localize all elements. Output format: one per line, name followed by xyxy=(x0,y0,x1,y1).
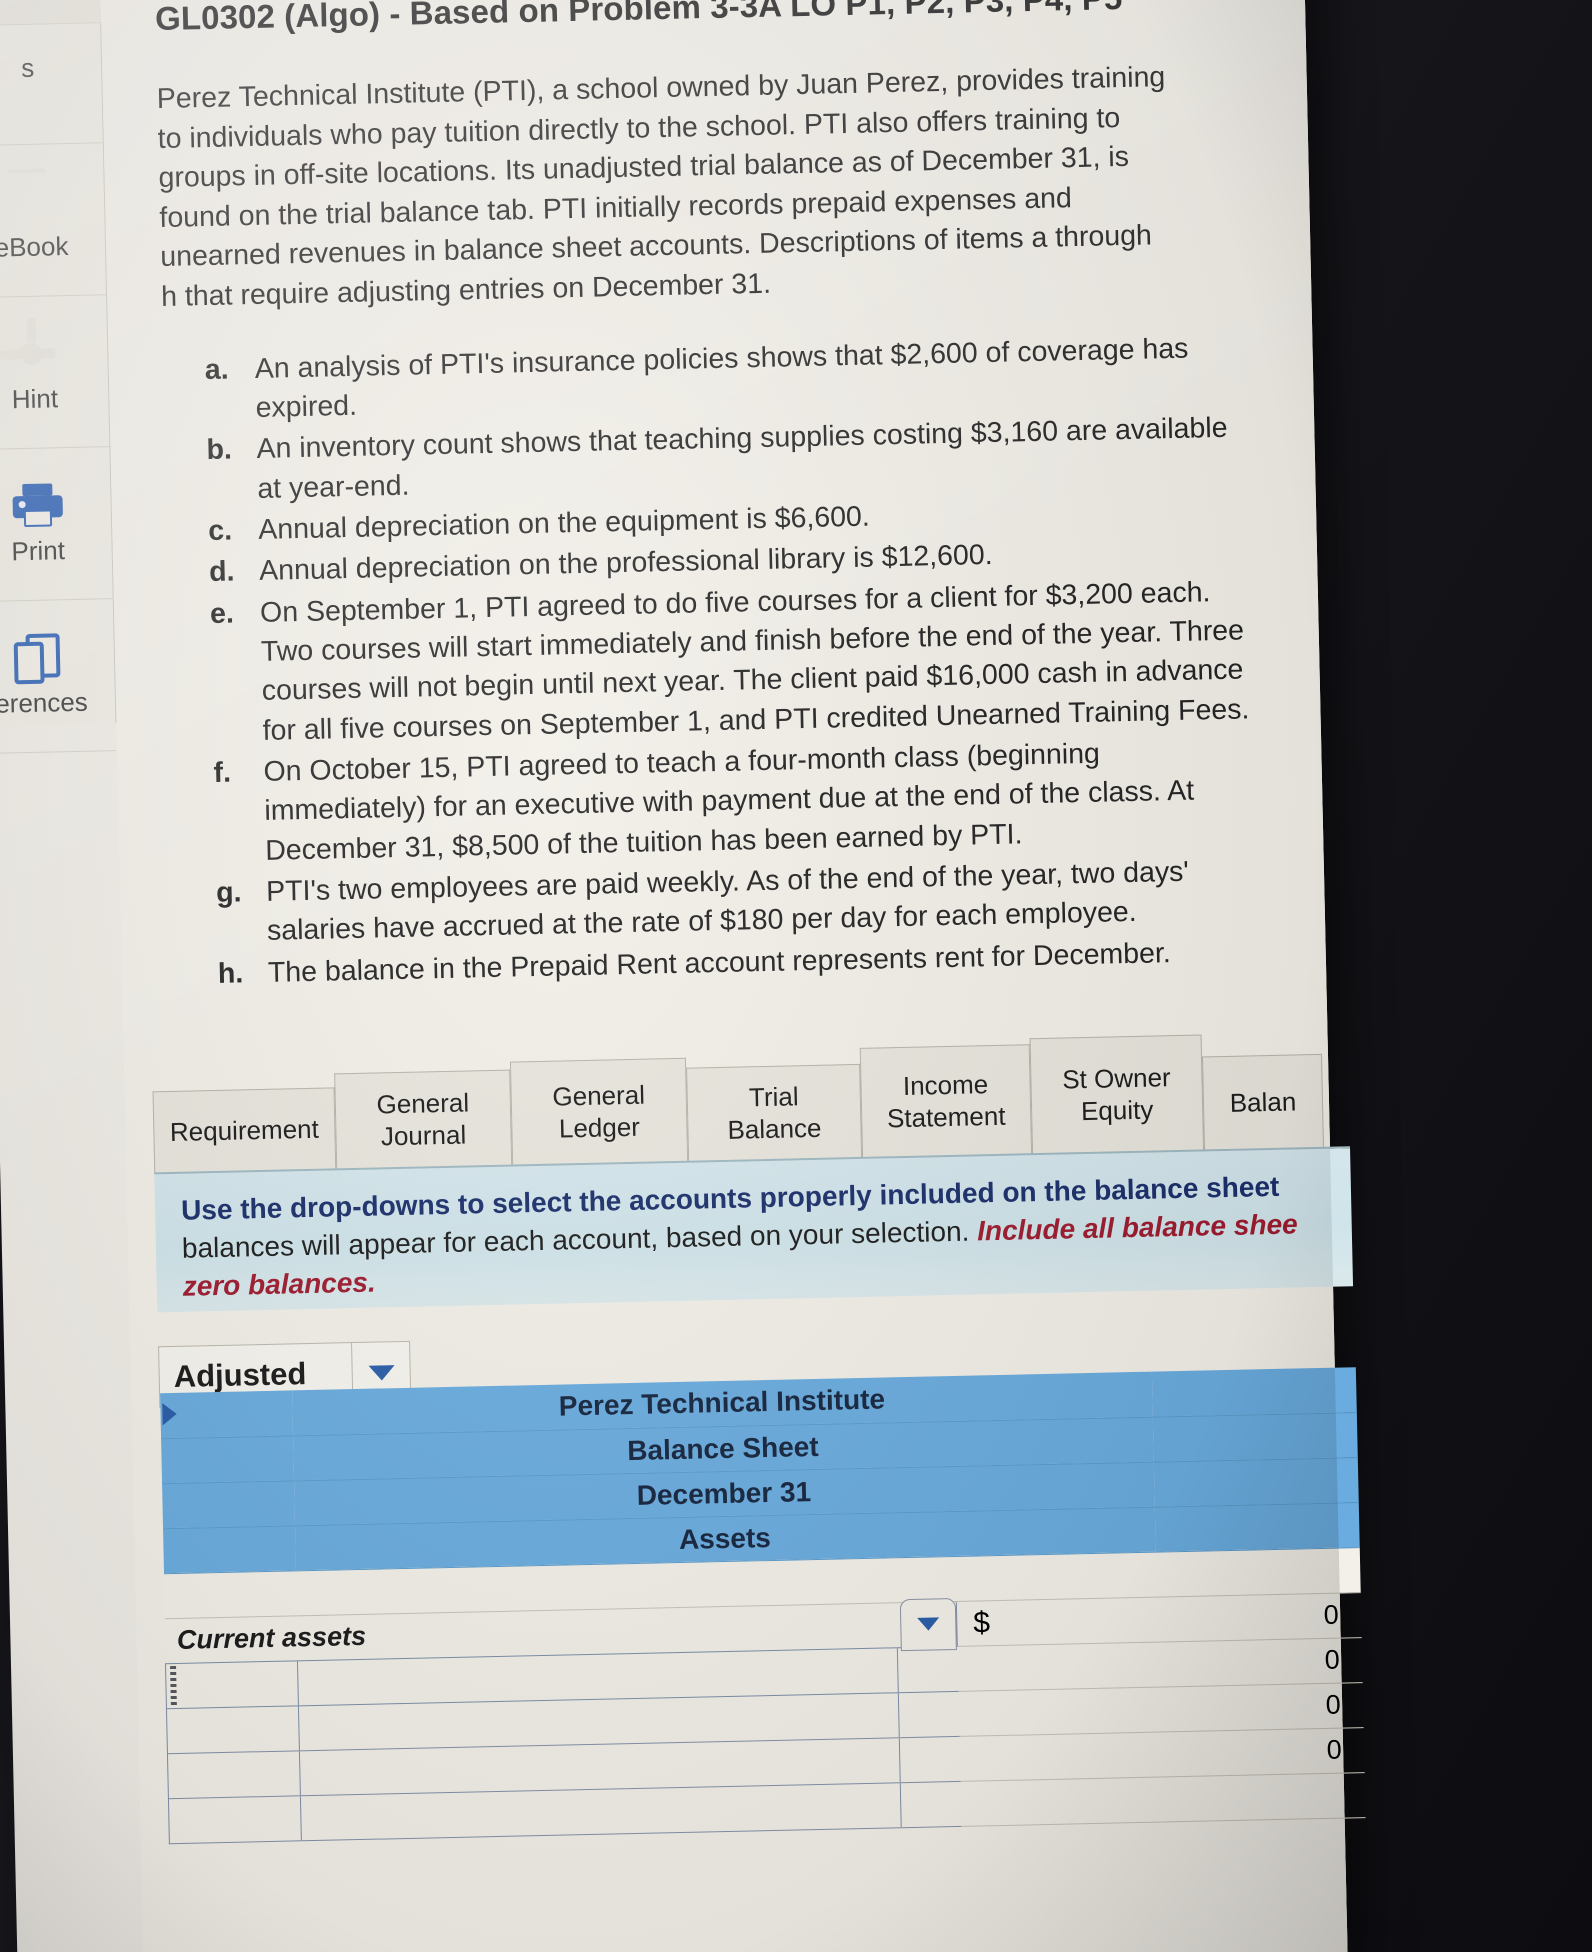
rail-item-clipped[interactable]: s xyxy=(0,23,103,146)
rail-item-label: erences xyxy=(0,686,89,719)
rail-item-label: eBook xyxy=(0,231,69,263)
rail-item-print[interactable]: Print xyxy=(0,447,113,602)
list-marker: d. xyxy=(208,555,235,589)
account-dropdown-cell[interactable] xyxy=(899,1735,961,1783)
account-dropdown-cell[interactable] xyxy=(896,1597,958,1651)
banner-line-3: zero balances. xyxy=(182,1266,377,1302)
printer-icon xyxy=(10,481,65,528)
tool-rail: s eBook Hint Print erences xyxy=(0,23,117,754)
list-marker: h. xyxy=(217,956,244,990)
page-marker: 5 xyxy=(0,0,11,12)
list-item-text: On September 1, PTI agreed to do five co… xyxy=(259,575,1250,747)
tab-general-ledger[interactable]: General Ledger xyxy=(509,1057,689,1166)
list-item-text: An analysis of PTI's insurance policies … xyxy=(254,332,1189,424)
page-title: GL0302 (Algo) - Based on Problem 3-3A LO… xyxy=(154,0,1123,38)
currency-symbol: $ xyxy=(956,1596,1158,1646)
instruction-banner: Use the drop-downs to select the account… xyxy=(154,1146,1354,1313)
list-marker: e. xyxy=(209,597,235,630)
chevron-down-icon[interactable] xyxy=(899,1597,957,1651)
list-item-text: An inventory count shows that teaching s… xyxy=(256,412,1228,505)
list-item-text: Annual depreciation on the equipment is … xyxy=(257,500,871,546)
row-handle[interactable] xyxy=(161,1402,300,1754)
rail-item-references[interactable]: erences xyxy=(0,599,117,754)
account-dropdown-cell[interactable] xyxy=(898,1690,960,1738)
tab-requirement[interactable]: Requirement xyxy=(152,1087,337,1174)
list-marker: c. xyxy=(207,514,233,547)
life-preserver-icon xyxy=(0,317,61,376)
copy-icon xyxy=(13,633,68,685)
rail-item-hint[interactable]: Hint xyxy=(0,295,110,450)
banner-line-2-emphasis: Include all balance shee xyxy=(976,1208,1298,1247)
adjusting-entry-list: a. An analysis of PTI's insurance polici… xyxy=(204,328,1258,994)
account-balance: 0 xyxy=(1158,1682,1364,1732)
account-balance: 0 xyxy=(1157,1637,1363,1687)
tab-balance-sheet[interactable]: Balan xyxy=(1201,1053,1325,1151)
list-marker: a. xyxy=(204,353,229,386)
list-item-text: PTI's two employees are paid weekly. As … xyxy=(265,855,1190,948)
account-balance: 0 xyxy=(1159,1727,1365,1777)
list-item: f. On October 15, PTI agreed to teach a … xyxy=(213,731,1255,872)
balance-sheet-table: Perez Technical Institute Balance Sheet … xyxy=(159,1367,1366,1844)
rail-item-label: s xyxy=(20,52,35,83)
row-handle[interactable] xyxy=(165,1660,299,1709)
book-icon xyxy=(3,177,58,224)
account-dropdown-cell[interactable] xyxy=(900,1780,962,1828)
tab-st-owner-equity[interactable]: St Owner Equity xyxy=(1029,1034,1205,1155)
rail-item-ebook[interactable]: eBook xyxy=(0,143,107,298)
row-handle[interactable] xyxy=(161,1402,301,1799)
row-handle[interactable] xyxy=(168,1795,302,1844)
problem-intro: Perez Technical Institute (PTI), a schoo… xyxy=(156,61,1166,314)
photo-of-screen: 5 s eBook Hint Print xyxy=(0,0,1592,1952)
list-marker: b. xyxy=(206,433,233,467)
list-marker: f. xyxy=(213,756,232,789)
list-marker: g. xyxy=(215,876,242,909)
rail-item-label: Hint xyxy=(11,383,59,415)
tab-general-journal[interactable]: General Journal xyxy=(334,1069,513,1170)
laptop-screen: 5 s eBook Hint Print xyxy=(0,0,1366,1952)
list-item-text: On October 15, PTI agreed to teach a fou… xyxy=(263,737,1195,867)
account-balance: 0 xyxy=(1156,1592,1362,1642)
question-panel: GL0302 (Algo) - Based on Problem 3-3A LO… xyxy=(99,0,1366,1952)
tab-income-statement[interactable]: Income Statement xyxy=(859,1044,1033,1158)
list-item: e. On September 1, PTI agreed to do five… xyxy=(210,572,1253,752)
tab-trial-balance[interactable]: Trial Balance xyxy=(686,1063,863,1162)
rail-item-label: Print xyxy=(11,535,66,567)
account-dropdown-cell[interactable] xyxy=(897,1645,959,1693)
